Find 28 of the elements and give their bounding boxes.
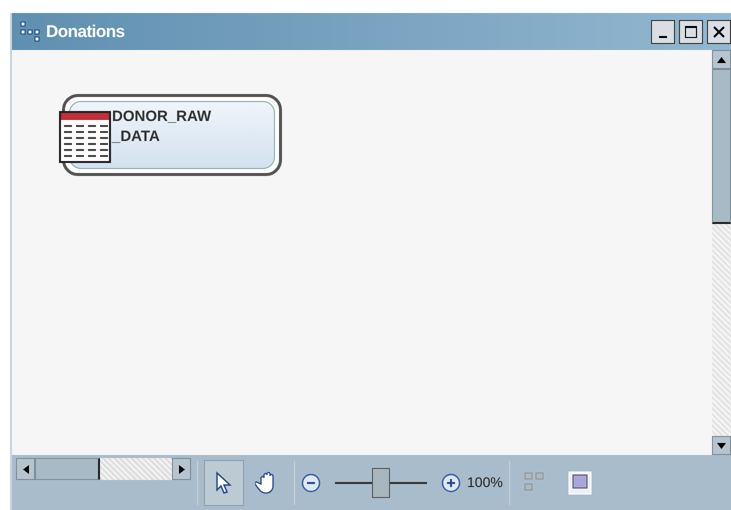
close-icon <box>712 24 726 38</box>
zoom-out-icon[interactable] <box>301 472 321 492</box>
table-node[interactable]: DONOR_RAW _DATA <box>62 94 282 176</box>
left-arrow-icon <box>22 464 28 474</box>
scroll-right-button[interactable] <box>172 458 191 480</box>
maximize-icon <box>684 24 698 38</box>
window-title: Donations <box>46 20 125 43</box>
scroll-left-button[interactable] <box>16 458 35 480</box>
node-label: DONOR_RAW _DATA <box>112 108 212 145</box>
arrow-pointer-icon <box>214 470 234 494</box>
maximize-button[interactable] <box>679 20 703 44</box>
right-arrow-icon <box>178 464 184 474</box>
zoom-slider-thumb[interactable] <box>372 468 390 498</box>
scroll-down-button[interactable] <box>712 436 731 455</box>
minimize-button[interactable] <box>651 20 675 44</box>
scrollbar-thumb[interactable] <box>35 458 100 480</box>
zoom-level-text: 100% <box>467 473 503 492</box>
select-tool-button[interactable] <box>204 460 244 506</box>
zoom-in-icon[interactable] <box>441 472 461 492</box>
table-icon <box>59 111 111 163</box>
scrollbar-thumb[interactable] <box>712 69 731 224</box>
diagram-icon <box>20 20 42 42</box>
down-arrow-icon <box>717 442 726 448</box>
minimize-icon <box>659 36 667 38</box>
close-button[interactable] <box>707 20 731 44</box>
up-arrow-icon <box>717 56 726 62</box>
scroll-up-button[interactable] <box>712 50 731 69</box>
overview-icon[interactable] <box>568 470 592 494</box>
